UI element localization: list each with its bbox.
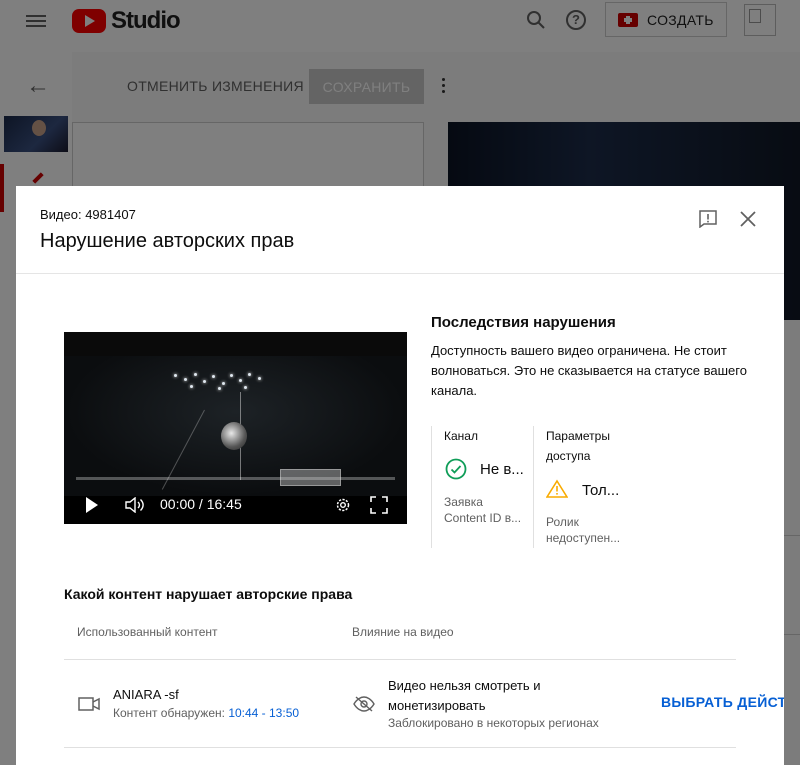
divider — [533, 426, 534, 548]
settings-gear-icon[interactable] — [334, 496, 352, 514]
scene-orb — [221, 422, 247, 450]
asset-name: ANIARA -sf — [113, 687, 179, 702]
detected-info: Контент обнаружен: 10:44 - 13:50 — [113, 706, 299, 720]
consequences-text: Доступность вашего видео ограничена. Не … — [431, 343, 747, 398]
close-icon[interactable] — [738, 209, 758, 229]
column-header-content: Использованный контент — [77, 625, 218, 639]
video-camera-icon — [78, 697, 100, 711]
video-frame — [64, 356, 407, 496]
consequences-title: Последствия нарушения — [431, 314, 616, 331]
volume-icon[interactable] — [124, 497, 146, 513]
dialog-header: Видео: 4981407 Нарушение авторских прав — [16, 186, 784, 274]
select-action-button[interactable]: ВЫБРАТЬ ДЕЙСТВ — [661, 694, 784, 710]
video-player[interactable]: 00:00 / 16:45 — [64, 332, 407, 524]
player-letterbox — [64, 332, 407, 356]
divider — [64, 747, 736, 748]
scene-lights — [172, 370, 264, 392]
column-header-impact: Влияние на видео — [352, 625, 454, 639]
access-status: Тол... — [582, 482, 620, 499]
copyright-dialog: Видео: 4981407 Нарушение авторских прав — [16, 186, 784, 765]
video-id: Видео: 4981407 — [40, 207, 136, 222]
channel-status: Не в... — [480, 461, 524, 478]
warning-icon — [546, 479, 568, 498]
channel-sub: Заявка Content ID в... — [444, 495, 522, 525]
dialog-title: Нарушение авторских прав — [40, 230, 295, 252]
check-circle-icon — [445, 458, 467, 480]
feedback-icon[interactable] — [699, 210, 717, 228]
detected-timestamp[interactable]: 10:44 - 13:50 — [228, 706, 299, 720]
progress-preview-hover — [280, 469, 341, 486]
channel-label: Канал — [444, 429, 478, 443]
divider — [64, 659, 736, 660]
impact-text: Видео нельзя смотреть и монетизировать — [388, 678, 541, 713]
claims-section-title: Какой контент нарушает авторские права — [64, 586, 353, 602]
access-label: Параметры доступа — [546, 429, 610, 463]
divider — [431, 426, 432, 548]
impact-subtext: Заблокировано в некоторых регионах — [388, 716, 599, 730]
access-sub: Ролик недоступен... — [546, 515, 621, 545]
visibility-off-icon — [353, 696, 375, 712]
play-icon[interactable] — [86, 497, 98, 513]
detected-label: Контент обнаружен: — [113, 706, 225, 720]
progress-bar[interactable] — [76, 477, 395, 480]
fullscreen-icon[interactable] — [370, 496, 388, 514]
playback-time: 00:00 / 16:45 — [160, 496, 242, 512]
